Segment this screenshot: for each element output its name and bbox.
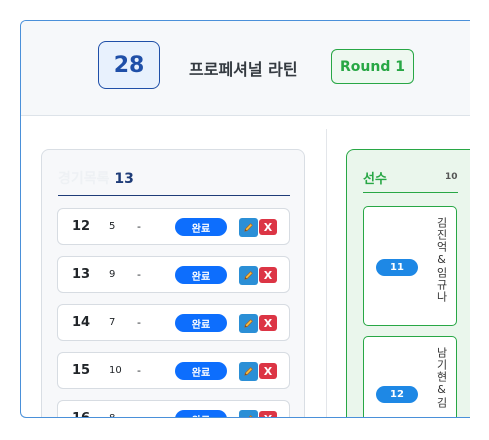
player-card[interactable]: 11 김진억&임규나 xyxy=(363,206,457,326)
match-score-b: - xyxy=(137,268,141,281)
match-number: 14 xyxy=(72,315,91,330)
match-list-label: 경기목록 xyxy=(58,171,110,187)
match-list-title: 경기목록 13 xyxy=(58,168,134,188)
match-list-divider xyxy=(58,195,290,196)
player-number-badge: 12 xyxy=(376,386,418,403)
status-badge[interactable]: 완료 xyxy=(175,362,227,380)
match-number: 16 xyxy=(72,411,90,417)
status-badge[interactable]: 완료 xyxy=(175,410,227,417)
match-number: 13 xyxy=(72,267,91,282)
match-number: 15 xyxy=(72,363,91,378)
match-score-b: - xyxy=(137,316,141,329)
match-row[interactable]: 16 8 - 완료 X xyxy=(57,400,290,417)
player-number-badge: 11 xyxy=(376,259,418,276)
status-badge[interactable]: 완료 xyxy=(175,266,227,284)
app-frame: 28 프로페셔널 라틴 Round 1 경기목록 13 12 5 - 완료 X … xyxy=(20,20,470,418)
pencil-icon xyxy=(248,415,253,417)
match-score-a: 5 xyxy=(109,221,116,232)
match-score-a: 9 xyxy=(109,269,116,280)
delete-button[interactable]: X xyxy=(259,363,277,379)
court-number-badge: 28 xyxy=(98,41,160,89)
player-list-divider xyxy=(363,192,458,193)
player-count: 10 xyxy=(445,172,458,182)
edit-button[interactable] xyxy=(239,266,258,285)
player-card[interactable]: 12 남기현&김 xyxy=(363,336,457,417)
match-row[interactable]: 15 10 - 완료 X xyxy=(57,352,290,389)
pencil-icon xyxy=(244,271,253,280)
pencil-icon xyxy=(244,367,253,376)
edit-button[interactable] xyxy=(239,218,258,237)
match-row[interactable]: 13 9 - 완료 X xyxy=(57,256,290,293)
match-score-b: - xyxy=(137,364,141,377)
status-badge[interactable]: 완료 xyxy=(175,314,227,332)
match-score-b: - xyxy=(137,412,141,417)
match-score-b: - xyxy=(137,220,141,233)
delete-button[interactable]: X xyxy=(259,219,277,235)
pencil-icon xyxy=(244,223,253,232)
delete-button[interactable]: X xyxy=(259,315,277,331)
event-title: 프로페셔널 라틴 xyxy=(189,60,298,79)
edit-button[interactable] xyxy=(239,362,258,381)
player-list-title: 선수 xyxy=(363,172,387,187)
player-list-panel: 선수 10 11 김진억&임규나 12 남기현&김 xyxy=(346,149,470,417)
player-names: 남기현&김 xyxy=(435,347,448,409)
edit-button[interactable] xyxy=(239,410,258,417)
match-score-a: 7 xyxy=(109,317,116,328)
match-row[interactable]: 14 7 - 완료 X xyxy=(57,304,290,341)
match-list-panel: 경기목록 13 12 5 - 완료 X 13 9 - 완료 X 14 7 - 완… xyxy=(41,149,305,417)
player-names: 김진억&임규나 xyxy=(435,217,448,303)
column-divider xyxy=(326,129,327,417)
delete-button[interactable]: X xyxy=(259,267,277,283)
match-count: 13 xyxy=(114,171,134,187)
match-number: 12 xyxy=(72,219,91,234)
event-header: 28 프로페셔널 라틴 Round 1 xyxy=(21,21,470,116)
round-badge[interactable]: Round 1 xyxy=(331,49,414,84)
match-score-a: 8 xyxy=(109,413,115,417)
pencil-icon xyxy=(244,319,253,328)
match-score-a: 10 xyxy=(109,365,122,376)
edit-button[interactable] xyxy=(239,314,258,333)
status-badge[interactable]: 완료 xyxy=(175,218,227,236)
match-row[interactable]: 12 5 - 완료 X xyxy=(57,208,290,245)
delete-button[interactable]: X xyxy=(259,411,277,417)
